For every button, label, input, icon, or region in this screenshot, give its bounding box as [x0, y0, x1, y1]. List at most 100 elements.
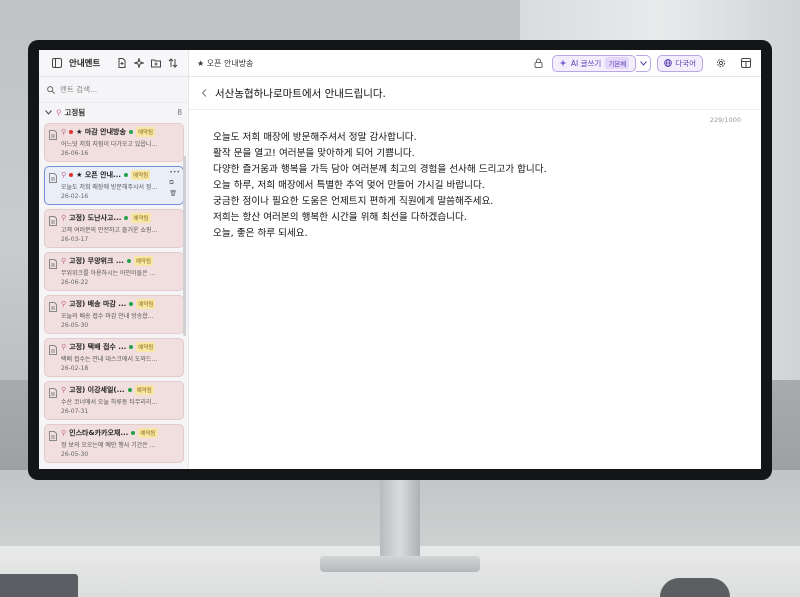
- document-icon: [49, 259, 61, 290]
- announcement-card[interactable]: ⚲ ★ 오픈 안내... 예약됨 오늘도 저희 매장에 방문해주시서 정... 26-0…: [44, 166, 184, 205]
- new-folder-icon[interactable]: [149, 56, 163, 70]
- pin-icon: ⚲: [61, 128, 67, 136]
- announcement-title: 고정) 도난사고...: [69, 214, 122, 222]
- announcement-card-header: ⚲ 인스타&카카오채... 예약됨: [61, 428, 179, 438]
- announcement-preview: 정 보의 오오는에 예만 행사 기간은 ...: [61, 442, 156, 449]
- search-icon: [47, 85, 55, 94]
- sidebar: 멘트 검색... ⚲ 고정됨 8 ⚲ ★ 마감 안내방송 예약됨어느덧 저희 지점이…: [39, 77, 189, 469]
- announcement-preview: 어느덧 저희 지점이 다가오고 있읍니...: [61, 141, 158, 148]
- active-status-dot: [129, 345, 134, 349]
- announcement-date: 26-05-30: [61, 451, 89, 458]
- document-icon: [49, 431, 61, 462]
- pin-icon: ⚲: [61, 386, 67, 394]
- announcement-title: 고정) 이강세일(...: [69, 386, 125, 394]
- active-status-dot: [126, 259, 131, 263]
- search-input[interactable]: 멘트 검색...: [60, 84, 97, 95]
- editor-pane: 서산농협하나로마트에서 안내드립니다. 229/1000 오늘도 저희 매장에 …: [189, 77, 761, 469]
- status-badge: 예약됨: [131, 213, 151, 223]
- announcement-card-body: ⚲ ★ 오픈 안내... 예약됨 오늘도 저희 매장에 방문해주시서 정... 26-0…: [61, 170, 179, 204]
- active-tab-name[interactable]: ★ 오픈 안내방송: [197, 58, 529, 69]
- unread-marker: [69, 130, 74, 134]
- active-status-dot: [127, 388, 132, 392]
- main-area: 멘트 검색... ⚲ 고정됨 8 ⚲ ★ 마감 안내방송 예약됨어느덧 저희 지점이…: [39, 77, 761, 469]
- multilingual-button[interactable]: 다국어: [657, 54, 703, 72]
- announcement-card-header: ⚲ 고정) 무양위크 ... 예약됨: [61, 256, 179, 266]
- announcement-title: 인스타&카카오채...: [69, 429, 129, 437]
- announcement-preview: 수산 코너에서 오늘 하루동 타무리리...: [61, 399, 158, 406]
- announcement-preview: 무위위크를 아용하시는 아인이들은 ...: [61, 270, 156, 277]
- pinned-group-header[interactable]: ⚲ 고정됨 8: [39, 103, 188, 121]
- announcement-card[interactable]: ⚲ 고정) 배송 마감 ... 예약됨 오늘의 배송 접수 마감 안내 방송합... 2…: [44, 295, 184, 334]
- announcement-date: 26-06-16: [61, 150, 89, 157]
- monitor-stand-base: [320, 556, 480, 572]
- document-icon: [49, 130, 61, 161]
- lock-icon[interactable]: [532, 56, 546, 70]
- app-window: 안내멘트 ★ 오픈 안내방송 AI 글쓰기 기본체 다국어 멘트 검색... ⚲…: [39, 50, 761, 469]
- announcement-text-line: 오늘도 저희 매장에 방문해주셔서 정말 감사합니다.: [213, 132, 417, 143]
- announcement-date: 26-07-31: [61, 408, 89, 415]
- announcement-card-body: ⚲ 고정) 무양위크 ... 예약됨 무위위크를 아용하시는 아인이들은 ... 26-…: [61, 256, 179, 290]
- panel-icon[interactable]: [739, 56, 753, 70]
- announcement-card[interactable]: ⚲ 고정) 도난사고... 예약됨 고객 여러분의 안전하고 즐거운 쇼핑... 26-…: [44, 209, 184, 248]
- active-status-dot: [128, 130, 133, 134]
- status-badge: 예약됨: [136, 299, 156, 309]
- document-icon: [49, 216, 61, 247]
- pin-icon: ⚲: [61, 343, 67, 351]
- announcement-date: 26-02-16: [61, 193, 89, 200]
- sparkle-icon[interactable]: [132, 56, 146, 70]
- new-file-icon[interactable]: [115, 56, 129, 70]
- more-icon[interactable]: •••: [169, 169, 180, 176]
- announcement-card[interactable]: ⚲ 고정) 이강세일(... 예약됨 수산 코너에서 오늘 하루동 타무리리... 26…: [44, 381, 184, 420]
- desk-notebook: [0, 574, 78, 597]
- announcement-card-body: ⚲ 고정) 택배 접수 ... 예약됨 택배 접수는 안내 대스크에서 도와드... 2…: [61, 342, 179, 376]
- announcement-card-body: ⚲ 고정) 도난사고... 예약됨 고객 여러분의 안전하고 즐거운 쇼핑... 26-…: [61, 213, 179, 247]
- announcement-date: 26-05-30: [61, 322, 89, 329]
- multilingual-label: 다국어: [675, 58, 696, 68]
- desk-mouse: [660, 578, 730, 597]
- announcement-card-body: ⚲ 인스타&카카오채... 예약됨정 보의 오오는에 예만 행사 기간은 ... 26…: [61, 428, 179, 462]
- search-bar[interactable]: 멘트 검색...: [39, 77, 188, 103]
- document-icon: [49, 173, 61, 204]
- sort-icon[interactable]: [166, 56, 180, 70]
- announcement-preview: 오늘도 저희 매장에 방문해주시서 정...: [61, 184, 158, 191]
- trash-icon[interactable]: 🗑: [169, 190, 180, 197]
- document-icon: [49, 388, 61, 419]
- status-badge: 예약됨: [133, 256, 154, 266]
- active-status-dot: [124, 173, 129, 177]
- pin-icon: ⚲: [61, 429, 67, 437]
- announcement-text-line: 오늘 하루, 저희 매장에서 특별한 추억 멎어 만들어 가시길 바랍니다.: [213, 180, 485, 191]
- unread-marker: [69, 173, 74, 177]
- announcement-preview: 택배 접수는 안내 대스크에서 도와드...: [61, 356, 158, 363]
- announcement-card-body: ⚲ ★ 마감 안내방송 예약됨어느덧 저희 지점이 다가오고 있읍니... 26-06…: [61, 127, 179, 161]
- collapse-left-icon[interactable]: [201, 89, 207, 97]
- announcement-title: ★ 오픈 안내...: [76, 171, 122, 179]
- announcement-preview: 오늘의 배송 접수 마감 안내 방송합...: [61, 313, 154, 320]
- announcement-text-line: 저희는 항산 여러본의 행복한 시간을 위해 최선을 다하겠습니다.: [213, 212, 467, 223]
- announcement-card[interactable]: ⚲ 고정) 무양위크 ... 예약됨 무위위크를 아용하시는 아인이들은 ... 26-…: [44, 252, 184, 291]
- document-title-row: 서산농협하나로마트에서 안내드립니다.: [189, 77, 761, 110]
- announcement-text-editor[interactable]: 오늘도 저희 매장에 방문해주셔서 정말 감사합니다. 활작 문을 열고! 여러분…: [189, 124, 761, 242]
- announcement-title: 고정) 택배 접수 ...: [69, 343, 127, 351]
- document-title[interactable]: 서산농협하나로마트에서 안내드립니다.: [215, 86, 386, 101]
- announcement-text-line: 활작 문을 열고! 여러분을 맞아하게 되어 기쁩니다.: [213, 148, 415, 159]
- sidebar-toggle-icon[interactable]: [50, 56, 64, 70]
- sidebar-scrollbar[interactable]: [183, 156, 186, 336]
- announcement-preview: 고객 여러분의 안전하고 즐거운 쇼핑...: [61, 227, 158, 234]
- announcement-text-line: 다양한 즐거움과 행복을 가득 담아 여러분께 최고의 경험을 선사해 드리고가…: [213, 164, 547, 175]
- announcement-text-line: 궁금한 점이나 필요한 도움은 언제트지 편하게 직원에게 말씀해주세요.: [213, 196, 494, 207]
- status-badge: 예약됨: [136, 342, 156, 352]
- pinned-group-count: 8: [177, 107, 182, 117]
- card-actions: ••• ⧉ 🗑: [169, 169, 180, 197]
- announcement-card[interactable]: ⚲ 고정) 택배 접수 ... 예약됨 택배 접수는 안내 대스크에서 도와드... 2…: [44, 338, 184, 377]
- globe-icon: [664, 59, 673, 67]
- copy-icon[interactable]: ⧉: [169, 179, 180, 187]
- announcement-card[interactable]: ⚲ 인스타&카카오채... 예약됨정 보의 오오는에 예만 행사 기간은 ... 26…: [44, 424, 184, 463]
- chevron-down-icon: [639, 60, 647, 66]
- ai-write-button[interactable]: AI 글쓰기 기본체: [551, 54, 637, 72]
- announcement-card[interactable]: ⚲ ★ 마감 안내방송 예약됨어느덧 저희 지점이 다가오고 있읍니... 26-06…: [44, 123, 184, 162]
- gear-icon[interactable]: [714, 56, 728, 70]
- ai-options-dropdown[interactable]: [636, 54, 652, 72]
- active-status-dot: [124, 216, 129, 220]
- announcement-card-header: ⚲ ★ 마감 안내방송 예약됨: [61, 127, 179, 137]
- active-status-dot: [131, 431, 136, 435]
